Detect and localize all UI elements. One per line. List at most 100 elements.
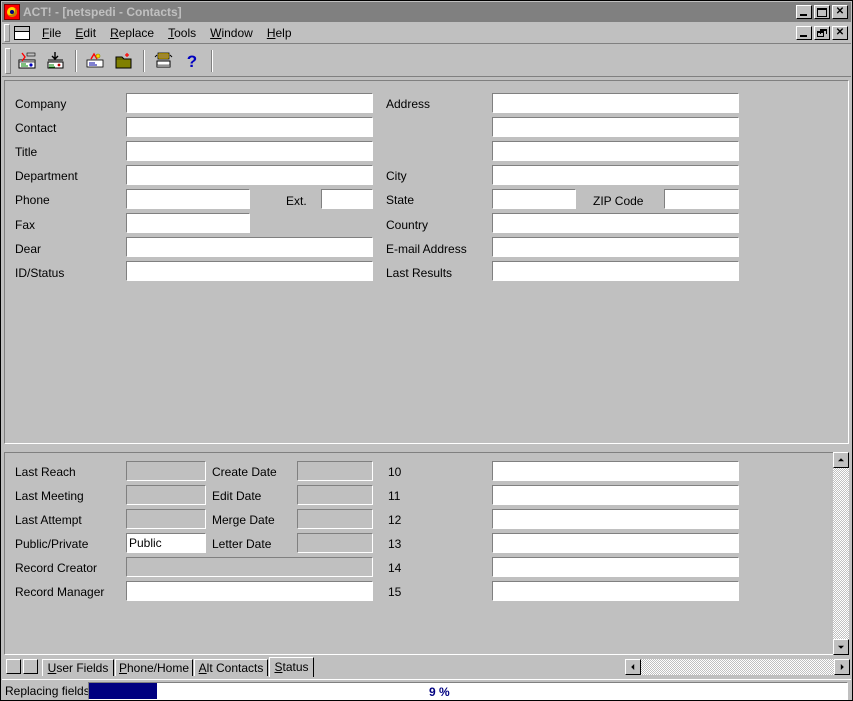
vertical-scrollbar-track[interactable] — [833, 452, 849, 655]
label-email-address: E-mail Address — [386, 242, 467, 256]
horizontal-scrollbar-track[interactable] — [625, 659, 850, 675]
label-create-date: Create Date — [212, 465, 277, 479]
document-icon[interactable] — [14, 25, 30, 40]
user-field-13[interactable] — [492, 533, 739, 553]
contact-card-new-icon — [18, 52, 36, 68]
label-ext: Ext. — [286, 194, 307, 208]
tab-scroll-prev-button[interactable] — [6, 659, 21, 674]
contact-card-insert-icon — [47, 51, 64, 68]
pane-splitter[interactable] — [4, 444, 849, 452]
label-company: Company — [15, 97, 67, 111]
scroll-right-button[interactable] — [834, 659, 850, 675]
modem-dial-icon — [154, 52, 173, 67]
menu-window[interactable]: Window — [203, 24, 260, 42]
toolbar-grip[interactable] — [5, 47, 11, 74]
lower-pane-vertical-scrollbar[interactable] — [833, 452, 849, 655]
label-merge-date: Merge Date — [212, 513, 275, 527]
label-user-field-12: 12 — [388, 513, 402, 527]
label-last-attempt: Last Attempt — [15, 513, 82, 527]
address-line1-field[interactable] — [492, 93, 739, 113]
id-status-field[interactable] — [126, 261, 373, 281]
act-app-icon[interactable] — [4, 4, 20, 20]
label-last-meeting: Last Meeting — [15, 489, 84, 503]
mdi-minimize-button[interactable] — [796, 25, 812, 40]
company-field[interactable] — [126, 93, 373, 113]
record-creator-field[interactable] — [126, 557, 373, 577]
last-attempt-field[interactable] — [126, 509, 206, 529]
label-user-field-15: 15 — [388, 585, 402, 599]
label-user-field-13: 13 — [388, 537, 402, 551]
mdi-child-controls: ✕ — [796, 25, 848, 40]
mdi-close-button[interactable]: ✕ — [832, 25, 848, 40]
menu-grip[interactable] — [4, 23, 10, 42]
user-field-11[interactable] — [492, 485, 739, 505]
new-contact-button[interactable] — [15, 47, 41, 74]
label-edit-date: Edit Date — [212, 489, 262, 503]
address-line2-field[interactable] — [492, 117, 739, 137]
scroll-up-button[interactable] — [833, 452, 849, 468]
last-meeting-field[interactable] — [126, 485, 206, 505]
state-field[interactable] — [492, 189, 576, 209]
tab-status[interactable]: Status — [269, 657, 314, 677]
title-field[interactable] — [126, 141, 373, 161]
edit-date-field[interactable] — [297, 485, 373, 505]
country-field[interactable] — [492, 213, 739, 233]
scroll-down-button[interactable] — [833, 639, 849, 655]
close-button[interactable]: ✕ — [832, 5, 848, 19]
tab-user-fields[interactable]: User Fields — [42, 659, 114, 676]
user-field-10[interactable] — [492, 461, 739, 481]
label-user-field-10: 10 — [388, 465, 402, 479]
last-results-field[interactable] — [492, 261, 739, 281]
ext-field[interactable] — [321, 189, 373, 209]
lookup-button[interactable] — [83, 47, 109, 74]
address-line3-field[interactable] — [492, 141, 739, 161]
tab-alt-contacts[interactable]: Alt Contacts — [194, 659, 268, 676]
svg-text:?: ? — [187, 52, 197, 71]
menu-tools[interactable]: Tools — [161, 24, 203, 42]
horizontal-scrollbar[interactable] — [625, 659, 850, 675]
dial-modem-button[interactable] — [151, 47, 177, 74]
contact-field[interactable] — [126, 117, 373, 137]
minimize-button[interactable] — [796, 5, 812, 19]
city-field[interactable] — [492, 165, 739, 185]
user-field-15[interactable] — [492, 581, 739, 601]
progress-bar-fill — [89, 683, 158, 699]
menu-edit[interactable]: Edit — [68, 24, 103, 42]
insert-note-button[interactable] — [43, 47, 69, 74]
open-database-button[interactable] — [111, 47, 137, 74]
title-bar: ACT! - [netspedi - Contacts] ✕ — [2, 2, 851, 22]
label-address: Address — [386, 97, 431, 111]
lookup-contact-icon — [86, 52, 104, 67]
create-date-field[interactable] — [297, 461, 373, 481]
zip-code-field[interactable] — [664, 189, 739, 209]
tab-phone-home[interactable]: Phone/Home — [115, 659, 193, 676]
scroll-left-button[interactable] — [625, 659, 641, 675]
tool-bar: ? — [2, 45, 851, 77]
user-field-14[interactable] — [492, 557, 739, 577]
email-address-field[interactable] — [492, 237, 739, 257]
record-manager-field[interactable] — [126, 581, 373, 601]
mdi-restore-button[interactable] — [814, 25, 830, 40]
last-reach-field[interactable] — [126, 461, 206, 481]
open-folder-icon — [115, 52, 132, 68]
label-zip-code: ZIP Code — [593, 194, 644, 208]
help-button[interactable]: ? — [179, 47, 205, 74]
department-field[interactable] — [126, 165, 373, 185]
contact-detail-pane: Company Contact Title Department Phone F… — [4, 80, 849, 444]
menu-help[interactable]: Help — [260, 24, 299, 42]
act-main-window: ACT! - [netspedi - Contacts] ✕ File Edit… — [0, 0, 853, 701]
label-letter-date: Letter Date — [212, 537, 272, 551]
merge-date-field[interactable] — [297, 509, 373, 529]
label-dear: Dear — [15, 242, 42, 256]
phone-field[interactable] — [126, 189, 250, 209]
user-field-12[interactable] — [492, 509, 739, 529]
status-tab-pane: Last Reach Last Meeting Last Attempt Pub… — [4, 452, 849, 655]
public-private-field[interactable]: Public — [126, 533, 206, 553]
fax-field[interactable] — [126, 213, 250, 233]
letter-date-field[interactable] — [297, 533, 373, 553]
menu-file[interactable]: File — [35, 24, 68, 42]
dear-field[interactable] — [126, 237, 373, 257]
tab-scroll-next-button[interactable] — [23, 659, 38, 674]
menu-replace[interactable]: Replace — [103, 24, 161, 42]
maximize-button[interactable] — [814, 5, 830, 19]
